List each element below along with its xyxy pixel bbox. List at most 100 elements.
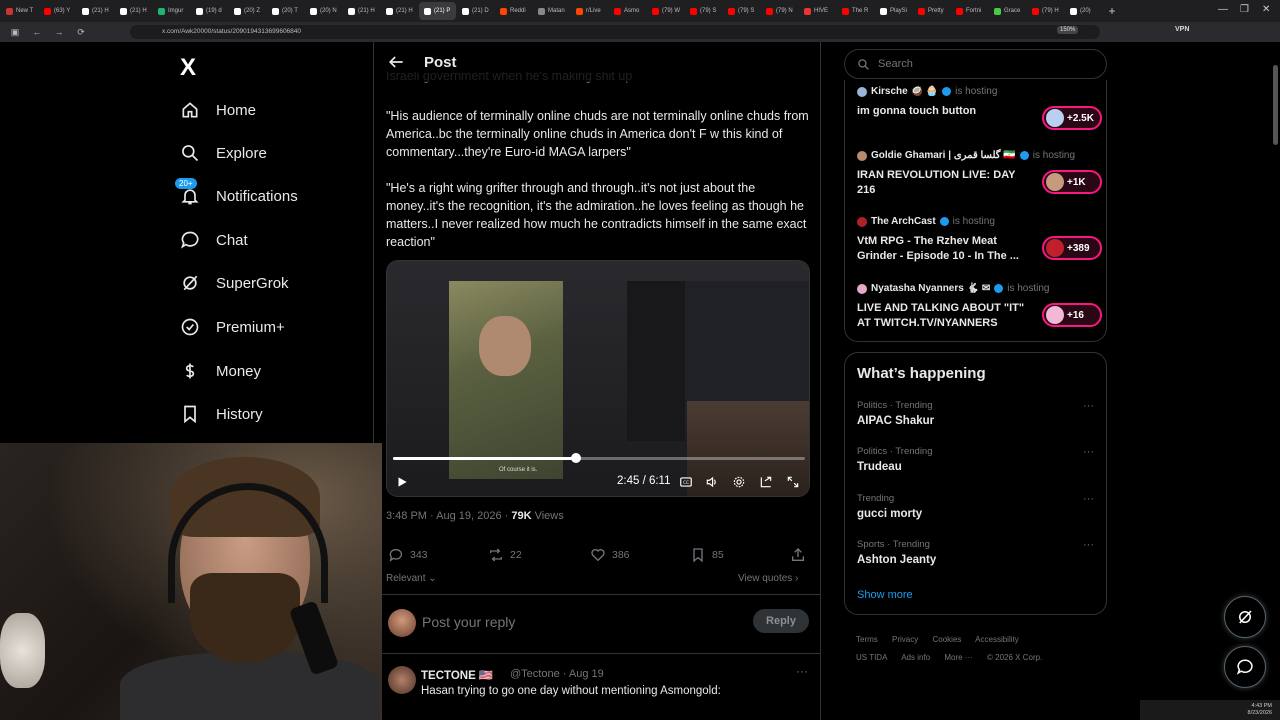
footer-link-terms[interactable]: Terms [856, 635, 878, 644]
reply-action[interactable]: 343 [388, 547, 428, 563]
reply-author-name[interactable]: TECTONE 🇺🇸 [421, 668, 493, 682]
footer-link-cookies[interactable]: Cookies [932, 635, 961, 644]
space-host-name[interactable]: The ArchCast [871, 216, 936, 227]
browser-tab[interactable]: (63) Y [39, 2, 76, 20]
forward-arrow-icon[interactable]: → [52, 27, 66, 37]
video-progress-bar[interactable] [393, 453, 805, 463]
minimize-button[interactable]: — [1218, 4, 1228, 15]
tweet-timestamp[interactable]: 3:48 PM · Aug 19, 2026 · [386, 510, 511, 522]
picture-in-picture-icon[interactable] [759, 475, 773, 489]
nav-item-explore[interactable]: Explore [180, 143, 267, 163]
space-host-name[interactable]: Kirsche 🥥 🧁 [871, 86, 938, 97]
space-item[interactable]: Goldie Ghamari | گلسا قمری 🇮🇷 is hosting … [857, 150, 1102, 198]
space-item[interactable]: The ArchCast is hosting VtM RPG - The Rzh… [857, 216, 1102, 264]
browser-tab[interactable]: HIVE [799, 2, 836, 20]
footer-link-privacy[interactable]: Privacy [892, 635, 918, 644]
reply-button[interactable]: Reply [753, 609, 809, 633]
space-listeners-pill[interactable]: +2.5K [1042, 106, 1102, 130]
browser-tab[interactable]: PlaySi [875, 2, 912, 20]
page-scrollbar[interactable] [1273, 45, 1278, 715]
browser-tab[interactable]: r/Live [571, 2, 608, 20]
more-options-icon[interactable]: ··· [1083, 539, 1094, 551]
browser-tab[interactable]: (21) H [115, 2, 152, 20]
space-item[interactable]: Kirsche 🥥 🧁 is hosting im gonna touch but… [857, 86, 1102, 130]
browser-tab[interactable]: Imgur [153, 2, 190, 20]
search-input[interactable] [878, 58, 1098, 70]
reply-sort-dropdown[interactable]: Relevant ⌄ [386, 573, 437, 584]
nav-item-supergrok[interactable]: SuperGrok [180, 273, 289, 293]
zoom-level-badge[interactable]: 150% [1057, 26, 1079, 34]
browser-tab[interactable]: Fortni [951, 2, 988, 20]
browser-tab[interactable]: (20) Z [229, 2, 266, 20]
back-arrow-icon[interactable]: ← [30, 27, 44, 37]
browser-tab[interactable]: Matan [533, 2, 570, 20]
scrollbar-thumb[interactable] [1273, 65, 1278, 145]
reply-input[interactable]: Post your reply [422, 614, 515, 630]
browser-tab[interactable]: (21) H [77, 2, 114, 20]
vpn-button[interactable]: VPN [1175, 26, 1189, 33]
browser-tab[interactable]: (20) T [267, 2, 304, 20]
space-host-name[interactable]: Nyatasha Nyanners 🐇 ✉ [871, 283, 990, 294]
browser-tab[interactable]: (20) [1065, 2, 1102, 20]
back-arrow-icon[interactable] [386, 52, 406, 72]
space-listeners-pill[interactable]: +1K [1042, 170, 1102, 194]
browser-tab[interactable]: (21) H [381, 2, 418, 20]
view-quotes-link[interactable]: View quotes › [738, 573, 798, 584]
space-item[interactable]: Nyatasha Nyanners 🐇 ✉ is hosting LIVE AND… [857, 283, 1102, 331]
close-window-button[interactable]: ✕ [1262, 4, 1270, 15]
reply-author-handle[interactable]: @Tectone · Aug 19 [510, 668, 604, 680]
browser-tab[interactable]: (21) D [457, 2, 494, 20]
more-options-icon[interactable]: ··· [796, 664, 808, 678]
nav-item-home[interactable]: Home [180, 100, 256, 120]
show-more-link[interactable]: Show more [857, 589, 913, 601]
more-options-icon[interactable]: ··· [1083, 493, 1094, 505]
browser-tab[interactable]: (19) d [191, 2, 228, 20]
nav-item-history[interactable]: History [180, 404, 263, 424]
browser-tab[interactable]: (21) H [343, 2, 380, 20]
play-icon[interactable] [395, 475, 409, 489]
x-logo[interactable]: X [180, 54, 196, 82]
more-options-icon[interactable]: ··· [1083, 446, 1094, 458]
space-listeners-pill[interactable]: +389 [1042, 236, 1102, 260]
repost-action[interactable]: 22 [488, 547, 522, 563]
reload-icon[interactable]: ⟳ [74, 27, 88, 38]
browser-tab[interactable]: (20) N [305, 2, 342, 20]
maximize-button[interactable]: ❐ [1240, 4, 1249, 15]
bookmark-action[interactable]: 85 [690, 547, 724, 563]
trend-item[interactable]: Politics · Trending AIPAC Shakur ··· [857, 400, 1102, 427]
trend-item[interactable]: Politics · Trending Trudeau ··· [857, 446, 1102, 473]
browser-tab[interactable]: (79) N [761, 2, 798, 20]
nav-item-premium[interactable]: Premium+ [180, 317, 285, 337]
trend-item[interactable]: Trending gucci morty ··· [857, 493, 1102, 520]
footer-link-ads-info[interactable]: Ads info [901, 653, 930, 662]
browser-tab[interactable]: (79) S [723, 2, 760, 20]
browser-tab[interactable]: Grace [989, 2, 1026, 20]
browser-tab[interactable]: (79) S [685, 2, 722, 20]
video-player[interactable]: Of course it is. 2:45 / 6:11 CC [386, 260, 810, 497]
reply-tweet[interactable]: TECTONE 🇺🇸 @Tectone · Aug 19 ··· Hasan t… [374, 656, 820, 720]
search-box[interactable] [844, 49, 1107, 79]
browser-tab[interactable]: Pretty [913, 2, 950, 20]
trend-item[interactable]: Sports · Trending Ashton Jeanty ··· [857, 539, 1102, 566]
captions-icon[interactable]: CC [679, 475, 693, 489]
nav-item-money[interactable]: Money [180, 361, 261, 381]
browser-tab[interactable]: (79) W [647, 2, 684, 20]
more-options-icon[interactable]: ··· [1083, 400, 1094, 412]
fullscreen-icon[interactable] [786, 475, 800, 489]
messages-fab-button[interactable] [1224, 646, 1266, 688]
avatar[interactable] [388, 609, 416, 637]
footer-link-more[interactable]: More ··· [944, 653, 972, 662]
browser-tab[interactable]: (79) H [1027, 2, 1064, 20]
footer-link-us-tida[interactable]: US TIDA [856, 653, 887, 662]
space-host-name[interactable]: Goldie Ghamari | گلسا قمری 🇮🇷 [871, 150, 1016, 161]
new-tab-button[interactable]: + [1102, 4, 1122, 18]
nav-item-chat[interactable]: Chat [180, 230, 248, 250]
settings-gear-icon[interactable] [732, 475, 746, 489]
space-listeners-pill[interactable]: +16 [1042, 303, 1102, 327]
browser-tab[interactable]: Asmo [609, 2, 646, 20]
browser-tab[interactable]: New T [1, 2, 38, 20]
nav-item-notifications[interactable]: 20+ Notifications [175, 178, 298, 206]
volume-icon[interactable] [705, 475, 719, 489]
browser-tab[interactable]: The R [837, 2, 874, 20]
grok-fab-button[interactable] [1224, 596, 1266, 638]
